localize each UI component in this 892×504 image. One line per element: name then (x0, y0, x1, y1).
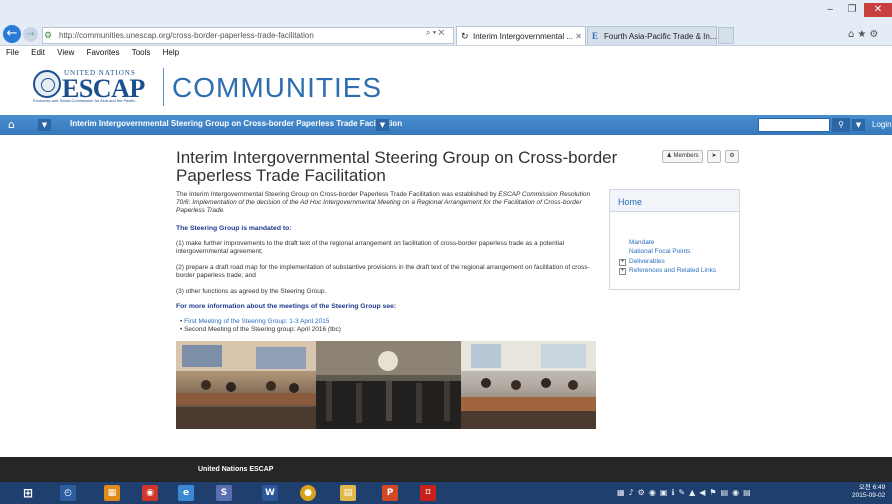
site-footer (0, 457, 892, 482)
meeting-photo-2 (316, 341, 461, 429)
taskbar-app-icon[interactable]: S (216, 485, 232, 501)
logo-divider (163, 68, 164, 106)
login-link[interactable]: Login (872, 120, 892, 129)
members-button[interactable]: ♟ Members (662, 150, 703, 163)
list-item: • Second Meeting of the Steering group: … (180, 326, 341, 333)
clock-time: 오전 6:49 (858, 484, 886, 491)
address-bar[interactable]: http://communities.unescap.org/cross-bor… (42, 27, 454, 44)
browser-tools-icons[interactable]: ⌂★⚙ (848, 29, 881, 40)
meetings-list: • First Meeting of the Steering Group: 1… (180, 318, 341, 334)
expand-icon[interactable]: + (619, 268, 626, 275)
screen: – ❐ ✕ ← → http://communities.unescap.org… (0, 0, 892, 504)
mandate-item-1: (1) make further improvements to the dra… (176, 240, 565, 255)
tab-fourth-asia-pacific[interactable]: E Fourth Asia-Pacific Trade & In... (587, 26, 717, 45)
word-icon[interactable]: W (262, 485, 278, 501)
taskbar-app-icon[interactable]: ▦ (104, 485, 120, 501)
site-favicon-icon: ⚙ (44, 30, 53, 40)
loading-icon: ↻ (461, 31, 469, 41)
tab-label: Interim Intergovernmental ... (473, 32, 574, 41)
menu-tools[interactable]: Tools (132, 48, 151, 57)
menu-edit[interactable]: Edit (31, 48, 45, 57)
meeting-photo-3 (461, 341, 596, 429)
sidebar-item-mandate[interactable]: Mandate (629, 239, 654, 246)
menu-view[interactable]: View (57, 48, 74, 57)
menu-favorites[interactable]: Favorites (87, 48, 120, 57)
taskbar (0, 482, 892, 504)
list-item: • First Meeting of the Steering Group: 1… (180, 318, 330, 325)
taskbar-app-icon[interactable]: ◉ (142, 485, 158, 501)
footer-label: United Nations ESCAP (198, 466, 274, 473)
windows-start-icon[interactable]: ⊞ (20, 485, 36, 501)
powerpoint-icon[interactable]: P (382, 485, 398, 501)
mandate-item-2: (2) prepare a draft road map for the imp… (176, 264, 590, 279)
site-title[interactable]: COMMUNITIES (172, 72, 382, 104)
mandate-heading: The Steering Group is mandated to: (176, 225, 292, 232)
breadcrumb[interactable]: Interim Intergovernmental Steering Group… (70, 119, 402, 128)
taskbar-app-icon[interactable]: ◴ (60, 485, 76, 501)
pdf-reader-icon[interactable]: ⌑ (420, 485, 436, 501)
mandate-item-3: (3) other functions as agreed by the Ste… (176, 288, 327, 295)
nav-bar: ⌂ ▼ Interim Intergovernmental Steering G… (0, 115, 892, 135)
address-controls[interactable]: ⌕ ▾ ✕ (426, 28, 444, 38)
members-label: Members (673, 153, 699, 159)
breadcrumb-caret[interactable]: ▼ (376, 119, 389, 131)
home-menu-caret[interactable]: ▼ (38, 119, 51, 131)
new-tab-button[interactable] (718, 27, 734, 44)
minimize-button[interactable]: – (820, 3, 840, 17)
intro-paragraph: The Interim Intergovernmental Steering G… (176, 191, 596, 215)
meeting-photo-strip (176, 341, 596, 429)
clock-date: 2015-09-02 (852, 492, 886, 499)
photo-3-scene (461, 341, 596, 429)
taskbar-clock[interactable]: 오전 6:49 2015-09-02 (852, 484, 885, 500)
chrome-icon[interactable]: ● (300, 485, 316, 501)
meeting-photo-1 (176, 341, 316, 429)
second-meeting-text: Second Meeting of the Steering group: Ap… (184, 326, 341, 333)
system-tray-icons[interactable]: ▦♪⚙◉▣ℹ✎▲◀⚑▤◉▤ (617, 488, 755, 497)
page-title: Interim Intergovernmental Steering Group… (176, 148, 618, 185)
tab-interim-intergovernmental[interactable]: ↻ Interim Intergovernmental ... ✕ (456, 26, 586, 45)
search-input[interactable] (758, 118, 830, 132)
first-meeting-link[interactable]: First Meeting of the Steering Group: 1-3… (184, 318, 329, 325)
pin-button[interactable]: ➤ (707, 150, 721, 163)
photo-1-scene (176, 341, 316, 429)
forward-button[interactable]: → (23, 27, 38, 42)
search-icon[interactable]: ⚲ (832, 118, 850, 132)
menu-help[interactable]: Help (163, 48, 179, 57)
sidebar-item-deliverables[interactable]: Deliverables (629, 258, 665, 265)
escap-favicon-icon: E (592, 31, 599, 41)
home-icon[interactable]: ⌂ (8, 118, 15, 131)
photo-2-scene (316, 341, 461, 429)
settings-gear-icon[interactable]: ⚙ (725, 150, 739, 163)
search-caret[interactable]: ▼ (852, 119, 865, 131)
sidebar-item-home[interactable]: Home (618, 197, 642, 207)
folder-icon[interactable]: ▤ (340, 485, 356, 501)
sidebar-item-references[interactable]: References and Related Links (629, 267, 716, 274)
meetings-heading: For more information about the meetings … (176, 303, 397, 310)
escap-subtitle: Economic and Social Commission for Asia … (33, 98, 136, 103)
intro-plain: The Interim Intergovernmental Steering G… (176, 191, 499, 198)
internet-explorer-icon[interactable]: e (178, 485, 194, 501)
maximize-button[interactable]: ❐ (842, 3, 862, 17)
close-window-button[interactable]: ✕ (864, 3, 892, 17)
expand-icon[interactable]: + (619, 259, 626, 266)
menu-bar: File Edit View Favorites Tools Help (0, 47, 892, 59)
tab-label: Fourth Asia-Pacific Trade & In... (604, 32, 717, 41)
un-emblem-icon (33, 70, 61, 98)
back-button[interactable]: ← (3, 25, 21, 43)
tab-close-icon[interactable]: ✕ (575, 27, 582, 45)
sidebar-item-national-focal-points[interactable]: National Focal Points (629, 248, 690, 255)
menu-file[interactable]: File (6, 48, 19, 57)
